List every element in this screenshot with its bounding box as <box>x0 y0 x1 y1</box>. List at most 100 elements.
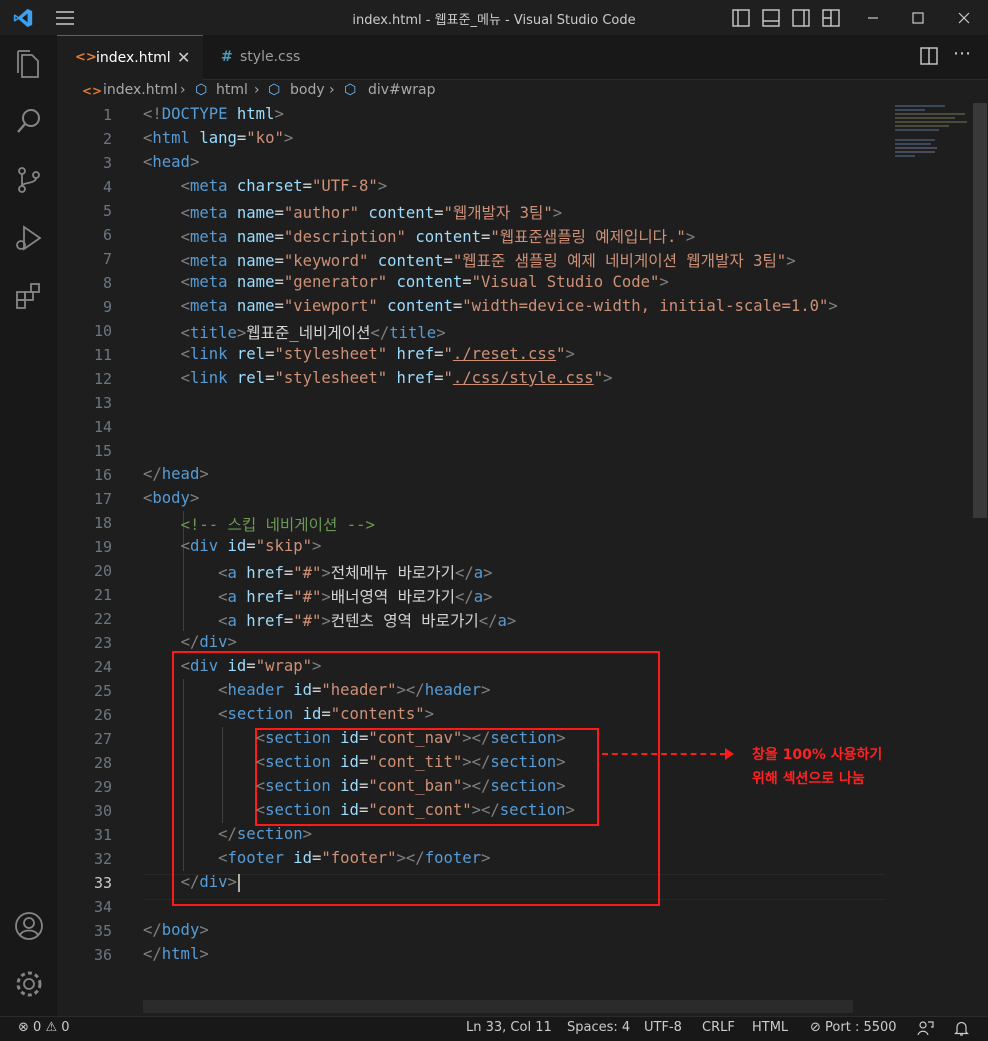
code-line[interactable]: <a href="#">컨텐츠 영역 바로가기</a> <box>143 609 516 631</box>
cursor-position[interactable]: Ln 33, Col 11 <box>466 1020 552 1035</box>
code-line[interactable]: <meta name="generator" content="Visual S… <box>143 273 669 291</box>
line-number: 11 <box>93 346 112 364</box>
more-actions-icon[interactable]: ⋯ <box>953 43 971 64</box>
search-icon[interactable] <box>12 105 46 139</box>
code-token: > <box>321 588 331 606</box>
code-token: </ <box>143 465 162 483</box>
code-line[interactable]: <html lang="ko"> <box>143 129 293 147</box>
settings-gear-icon[interactable] <box>12 967 46 1001</box>
language-mode[interactable]: HTML <box>752 1020 788 1035</box>
code-line[interactable]: <title>웹표준_네비게이션</title> <box>143 321 446 343</box>
code-line[interactable]: <!DOCTYPE html> <box>143 105 284 123</box>
code-line[interactable]: <section id="contents"> <box>143 705 434 723</box>
scrollbar-thumb[interactable] <box>973 103 987 518</box>
code-token: footer <box>227 849 284 867</box>
accounts-icon[interactable] <box>12 909 46 943</box>
code-token: 웹표준_네비게이션 <box>246 324 371 342</box>
code-line[interactable]: <section id="cont_tit"></section> <box>143 753 566 771</box>
code-token: = <box>462 273 472 291</box>
code-line[interactable]: </body> <box>143 921 209 939</box>
tab-index-html[interactable]: <> index.html ✕ <box>57 35 203 80</box>
breadcrumb: <> index.html › ⬡ html › ⬡ body › ⬡ div#… <box>57 80 988 102</box>
maximize-icon[interactable] <box>907 7 929 29</box>
encoding-status[interactable]: UTF-8 <box>644 1020 682 1035</box>
code-line[interactable]: <section id="cont_cont"></section> <box>143 801 575 819</box>
breadcrumb-item[interactable]: body <box>290 82 325 98</box>
code-token: > <box>565 345 575 363</box>
feedback-icon[interactable] <box>917 1020 934 1037</box>
explorer-icon[interactable] <box>12 47 46 81</box>
horizontal-scrollbar[interactable] <box>143 1000 853 1013</box>
code-line[interactable]: <meta name="viewport" content="width=dev… <box>143 297 838 315</box>
code-line[interactable]: <body> <box>143 489 199 507</box>
extensions-icon[interactable] <box>12 279 46 313</box>
code-token: <! <box>143 105 162 123</box>
code-line[interactable]: </div> <box>143 633 237 651</box>
code-editor[interactable]: 1 <!DOCTYPE html> 2 <html lang="ko"> 3 <head>… <box>57 103 988 1016</box>
code-token: </ <box>180 873 200 891</box>
code-line[interactable]: <footer id="footer"></footer> <box>143 849 490 867</box>
code-token: < <box>180 177 190 195</box>
code-line[interactable]: <div id="skip"> <box>143 537 322 555</box>
code-token: " <box>556 345 566 363</box>
indentation-status[interactable]: Spaces: 4 <box>567 1020 630 1035</box>
close-icon[interactable] <box>953 7 975 29</box>
split-editor-icon[interactable] <box>919 46 939 66</box>
code-line[interactable]: <section id="cont_nav"></section> <box>143 729 566 747</box>
toggle-primary-sidebar-icon[interactable] <box>730 7 752 29</box>
tab-style-css[interactable]: # style.css <box>204 35 324 79</box>
notifications-bell-icon[interactable] <box>953 1020 970 1037</box>
code-line[interactable]: </section> <box>143 825 312 843</box>
code-token: < <box>180 324 190 342</box>
breadcrumb-item[interactable]: index.html <box>103 82 178 98</box>
problems-status[interactable]: ⊗ 0 ⚠ 0 <box>18 1020 70 1035</box>
warning-count: 0 <box>61 1020 70 1035</box>
code-line[interactable]: <section id="cont_ban"></section> <box>143 777 566 795</box>
code-token: = <box>274 228 284 246</box>
minimize-icon[interactable] <box>862 7 884 29</box>
code-line[interactable]: <meta charset="UTF-8"> <box>143 177 388 195</box>
live-server-status[interactable]: ⊘ Port : 5500 <box>810 1020 897 1035</box>
code-line[interactable]: <header id="header"></header> <box>143 681 490 699</box>
code-line[interactable]: <a href="#">전체메뉴 바로가기</a> <box>143 561 492 583</box>
code-line[interactable]: <a href="#">배너영역 바로가기</a> <box>143 585 492 607</box>
code-token: id <box>227 657 247 675</box>
code-line[interactable]: <link rel="stylesheet" href="./reset.css… <box>143 345 575 363</box>
code-line[interactable]: <link rel="stylesheet" href="./css/style… <box>143 369 613 387</box>
customize-layout-icon[interactable] <box>820 7 842 29</box>
code-token: > <box>603 369 613 387</box>
code-token: rel <box>236 369 266 387</box>
minimap[interactable] <box>895 103 973 183</box>
code-line[interactable]: </head> <box>143 465 209 483</box>
toggle-secondary-sidebar-icon[interactable] <box>790 7 812 29</box>
code-token: = <box>312 681 322 699</box>
code-token: "width=device-width, initial-scale=1.0" <box>462 297 829 315</box>
code-token: < <box>255 777 266 795</box>
code-token: charset <box>236 177 303 195</box>
code-token: > <box>189 489 200 507</box>
toggle-panel-icon[interactable] <box>760 7 782 29</box>
code-line[interactable]: <meta name="description" content="웹표준샘플링… <box>143 225 696 247</box>
code-line[interactable]: </html> <box>143 945 209 963</box>
breadcrumb-item[interactable]: div#wrap <box>368 82 435 98</box>
code-token: section <box>265 777 331 795</box>
code-token: header <box>424 681 482 699</box>
eol-status[interactable]: CRLF <box>702 1020 735 1035</box>
code-line[interactable]: </div> <box>143 873 240 892</box>
code-line[interactable]: <head> <box>143 153 199 171</box>
code-token: < <box>143 489 153 507</box>
code-line[interactable]: <div id="wrap"> <box>143 657 322 675</box>
code-token: <!-- 스킵 네비게이션 --> <box>180 516 375 534</box>
code-line[interactable]: <meta name="author" content="웹개발자 3팀"> <box>143 201 563 223</box>
run-and-debug-icon[interactable] <box>12 221 46 255</box>
source-control-icon[interactable] <box>12 163 46 197</box>
breadcrumb-item[interactable]: html <box>216 82 248 98</box>
arrow-head-icon <box>725 748 734 760</box>
code-line[interactable]: <meta name="keyword" content="웹표준 샘플링 예제… <box>143 249 796 271</box>
close-tab-icon[interactable]: ✕ <box>177 36 190 80</box>
code-line[interactable]: <!-- 스킵 네비게이션 --> <box>143 513 375 535</box>
